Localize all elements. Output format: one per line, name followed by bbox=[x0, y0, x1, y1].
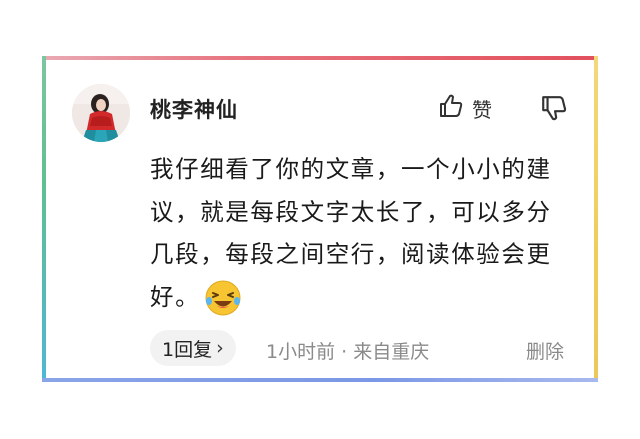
username[interactable]: 桃李神仙 bbox=[150, 94, 238, 124]
laughing-emoji-icon bbox=[204, 279, 242, 317]
card-border-bottom bbox=[42, 378, 598, 382]
comment-meta: 1小时前 · 来自重庆 bbox=[266, 341, 430, 363]
thumbs-up-icon[interactable] bbox=[438, 93, 464, 123]
card-border-left bbox=[42, 56, 46, 382]
chevron-right-icon[interactable]: › bbox=[216, 337, 224, 359]
avatar[interactable] bbox=[72, 84, 130, 142]
card-border-top bbox=[42, 56, 598, 60]
comment-text: 我仔细看了你的文章，一个小小的建议，就是每段文字太长了，可以多分几段，每段之间空… bbox=[150, 148, 575, 318]
reply-count-label[interactable]: 1回复 bbox=[162, 335, 212, 362]
delete-button[interactable]: 删除 bbox=[526, 337, 564, 364]
like-label[interactable]: 赞 bbox=[472, 94, 492, 123]
card-border-right bbox=[594, 56, 598, 382]
avatar-image bbox=[72, 84, 130, 142]
like-button[interactable]: 赞 bbox=[438, 92, 492, 124]
thumbs-down-icon[interactable] bbox=[540, 96, 568, 126]
dislike-button[interactable] bbox=[540, 94, 570, 124]
reply-count-button[interactable]: 1回复 › bbox=[150, 330, 236, 366]
